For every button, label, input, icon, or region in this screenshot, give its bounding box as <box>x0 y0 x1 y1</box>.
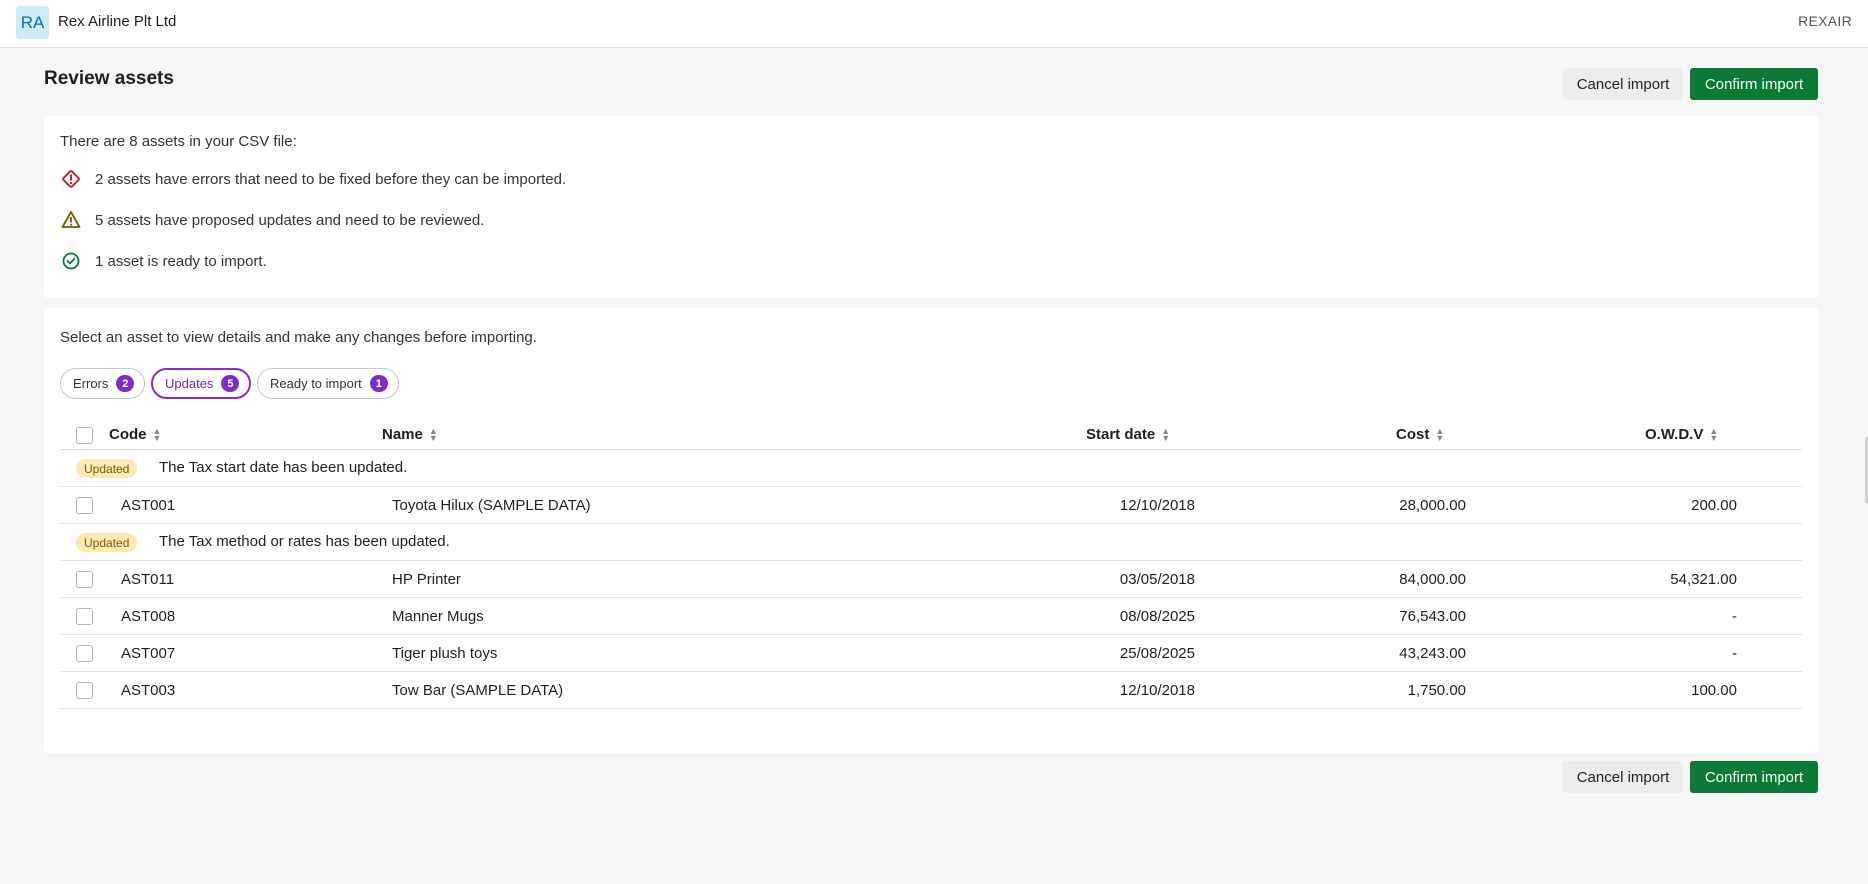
table-header: Code ▲ ▼ Name ▲ ▼ Start date ▲ ▼ Cost ▲ ▼ O.… <box>60 420 1802 450</box>
summary-card: There are 8 assets in your CSV file: 2 a… <box>44 116 1819 298</box>
cell-cost: 28,000.00 <box>1399 497 1466 514</box>
confirm-import-button-top[interactable]: Confirm import <box>1690 68 1818 100</box>
summary-errors: 2 assets have errors that need to be fix… <box>60 168 566 190</box>
group-message: The Tax start date has been updated. <box>159 459 408 476</box>
filter-updates-count: 5 <box>221 375 240 392</box>
column-start-date[interactable]: Start date ▲ ▼ <box>1086 426 1170 443</box>
cell-code: AST007 <box>121 645 176 662</box>
cell-code: AST011 <box>121 571 175 588</box>
summary-updates: 5 assets have proposed updates and need … <box>60 209 484 231</box>
cell-start-date: 12/10/2018 <box>1119 682 1195 699</box>
filter-updates[interactable]: Updates 5 <box>151 368 252 399</box>
confirm-import-button-bottom[interactable]: Confirm import <box>1690 761 1818 793</box>
table-row[interactable]: AST007 Tiger plush toys 25/08/2025 43,24… <box>60 635 1802 672</box>
group-row: Updated The Tax start date has been upda… <box>60 450 1802 487</box>
select-all-checkbox[interactable] <box>76 427 93 444</box>
group-message: The Tax method or rates has been updated… <box>159 533 450 550</box>
sort-icon: ▲ ▼ <box>1161 425 1171 443</box>
top-bar: RA Rex Airline Plt Ltd REXAIR <box>0 0 1868 48</box>
cell-code: AST003 <box>121 682 176 699</box>
cell-name: HP Printer <box>392 571 461 588</box>
updated-badge: Updated <box>76 459 138 478</box>
column-owdv[interactable]: O.W.D.V ▲ ▼ <box>1645 426 1718 443</box>
cell-cost: 1,750.00 <box>1407 682 1466 699</box>
check-circle-icon <box>60 250 82 272</box>
cell-start-date: 08/08/2025 <box>1119 608 1195 625</box>
column-start-date-label: Start date <box>1086 426 1156 443</box>
cell-start-date: 12/10/2018 <box>1119 497 1195 514</box>
list-instructions: Select an asset to view details and make… <box>60 329 537 346</box>
cell-owdv: - <box>1732 645 1737 662</box>
cell-owdv: 100.00 <box>1691 682 1737 699</box>
filter-errors[interactable]: Errors 2 <box>60 368 146 399</box>
filter-errors-count: 2 <box>116 375 135 392</box>
row-checkbox[interactable] <box>76 571 93 588</box>
warning-triangle-icon <box>60 209 82 231</box>
column-cost[interactable]: Cost ▲ ▼ <box>1396 426 1444 443</box>
column-code-label: Code <box>109 426 147 443</box>
column-owdv-label: O.W.D.V <box>1645 426 1704 443</box>
cell-name: Toyota Hilux (SAMPLE DATA) <box>392 497 591 514</box>
filter-updates-label: Updates <box>165 376 214 391</box>
sort-icon: ▲ ▼ <box>152 425 162 443</box>
column-code[interactable]: Code ▲ ▼ <box>109 426 161 443</box>
table-row[interactable]: AST011 HP Printer 03/05/2018 84,000.00 5… <box>60 561 1802 598</box>
cell-name: Tiger plush toys <box>392 645 498 662</box>
cell-name: Tow Bar (SAMPLE DATA) <box>392 682 564 699</box>
cell-code: AST008 <box>121 608 176 625</box>
cell-name: Manner Mugs <box>392 608 484 625</box>
cell-cost: 76,543.00 <box>1399 608 1466 625</box>
summary-errors-text: 2 assets have errors that need to be fix… <box>95 170 567 188</box>
updated-badge: Updated <box>76 533 138 552</box>
filter-errors-label: Errors <box>73 376 109 391</box>
asset-list-card: Select an asset to view details and make… <box>44 308 1819 753</box>
filter-ready[interactable]: Ready to import 1 <box>257 368 399 399</box>
row-checkbox[interactable] <box>76 608 93 625</box>
summary-ready: 1 asset is ready to import. <box>60 250 267 272</box>
table-row[interactable]: AST003 Tow Bar (SAMPLE DATA) 12/10/2018 … <box>60 672 1802 709</box>
error-diamond-icon <box>60 168 82 190</box>
summary-intro: There are 8 assets in your CSV file: <box>60 133 297 150</box>
group-row: Updated The Tax method or rates has been… <box>60 524 1802 561</box>
cell-owdv: 54,321.00 <box>1670 571 1737 588</box>
summary-updates-text: 5 assets have proposed updates and need … <box>95 211 485 229</box>
cancel-import-button-top[interactable]: Cancel import <box>1563 68 1683 100</box>
page-title: Review assets <box>44 68 174 89</box>
row-checkbox[interactable] <box>76 645 93 662</box>
row-checkbox[interactable] <box>76 682 93 699</box>
org-name[interactable]: Rex Airline Plt Ltd <box>58 13 176 30</box>
cell-owdv: 200.00 <box>1691 497 1737 514</box>
table-row[interactable]: AST001 Toyota Hilux (SAMPLE DATA) 12/10/… <box>60 487 1802 524</box>
cell-cost: 43,243.00 <box>1399 645 1466 662</box>
sort-icon: ▲ ▼ <box>1435 425 1445 443</box>
filter-ready-count: 1 <box>369 375 388 392</box>
cell-start-date: 25/08/2025 <box>1119 645 1195 662</box>
filter-ready-label: Ready to import <box>270 376 362 391</box>
sort-icon: ▲ ▼ <box>428 425 438 443</box>
summary-ready-text: 1 asset is ready to import. <box>95 252 267 270</box>
cell-owdv: - <box>1732 608 1737 625</box>
cell-cost: 84,000.00 <box>1399 571 1466 588</box>
org-avatar[interactable]: RA <box>16 6 49 39</box>
column-cost-label: Cost <box>1396 426 1430 443</box>
cancel-import-button-bottom[interactable]: Cancel import <box>1563 761 1683 793</box>
cell-start-date: 03/05/2018 <box>1119 571 1195 588</box>
column-name[interactable]: Name ▲ ▼ <box>382 426 438 443</box>
column-name-label: Name <box>382 426 423 443</box>
cell-code: AST001 <box>121 497 176 514</box>
sort-icon: ▲ ▼ <box>1709 425 1719 443</box>
org-code: REXAIR <box>1798 13 1852 29</box>
table-row[interactable]: AST008 Manner Mugs 08/08/2025 76,543.00 … <box>60 598 1802 635</box>
row-checkbox[interactable] <box>76 497 93 514</box>
